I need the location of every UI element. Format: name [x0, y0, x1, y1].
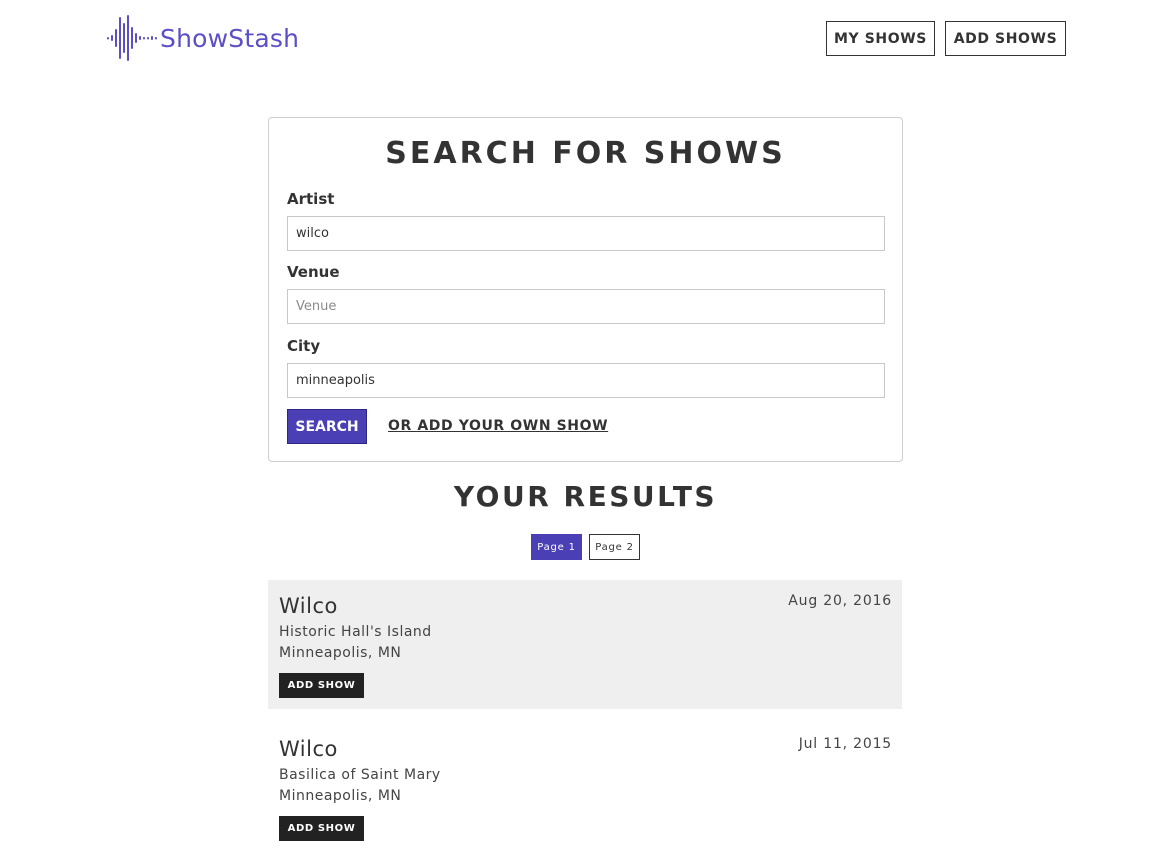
result-date: Jul 11, 2015 — [798, 736, 892, 752]
venue-input[interactable] — [287, 289, 885, 324]
add-show-button[interactable]: ADD SHOW — [279, 816, 364, 841]
venue-label: Venue — [287, 263, 340, 281]
city-label: City — [287, 337, 321, 355]
add-own-show-link[interactable]: OR ADD YOUR OWN SHOW — [388, 418, 608, 434]
waveform-logo-icon — [107, 15, 157, 61]
result-artist: Wilco — [279, 737, 338, 761]
artist-input[interactable] — [287, 216, 885, 251]
search-button[interactable]: SEARCH — [287, 409, 367, 444]
result-artist: Wilco — [279, 594, 338, 618]
page-1-button[interactable]: Page 1 — [531, 534, 582, 560]
result-venue: Historic Hall's Island — [279, 624, 432, 640]
search-form: SEARCH FOR SHOWS Artist Venue City SEARC… — [268, 117, 903, 462]
city-input[interactable] — [287, 363, 885, 398]
add-shows-button[interactable]: ADD SHOWS — [945, 21, 1066, 56]
artist-label: Artist — [287, 190, 335, 208]
results-title: YOUR RESULTS — [453, 480, 718, 513]
add-show-button[interactable]: ADD SHOW — [279, 673, 364, 698]
result-date: Aug 20, 2016 — [788, 593, 892, 609]
result-venue: Basilica of Saint Mary — [279, 767, 441, 783]
brand-name: ShowStash — [160, 23, 300, 53]
result-item: Wilco Historic Hall's Island Minneapolis… — [268, 580, 902, 709]
page-2-button[interactable]: Page 2 — [589, 534, 640, 560]
result-city: Minneapolis, MN — [279, 645, 402, 661]
search-title: SEARCH FOR SHOWS — [385, 136, 786, 171]
site-header: ShowStash MY SHOWS ADD SHOWS — [0, 0, 1171, 80]
my-shows-button[interactable]: MY SHOWS — [826, 21, 935, 56]
result-city: Minneapolis, MN — [279, 788, 402, 804]
brand-logo[interactable]: ShowStash — [106, 14, 299, 62]
result-item: Wilco Basilica of Saint Mary Minneapolis… — [268, 723, 902, 850]
